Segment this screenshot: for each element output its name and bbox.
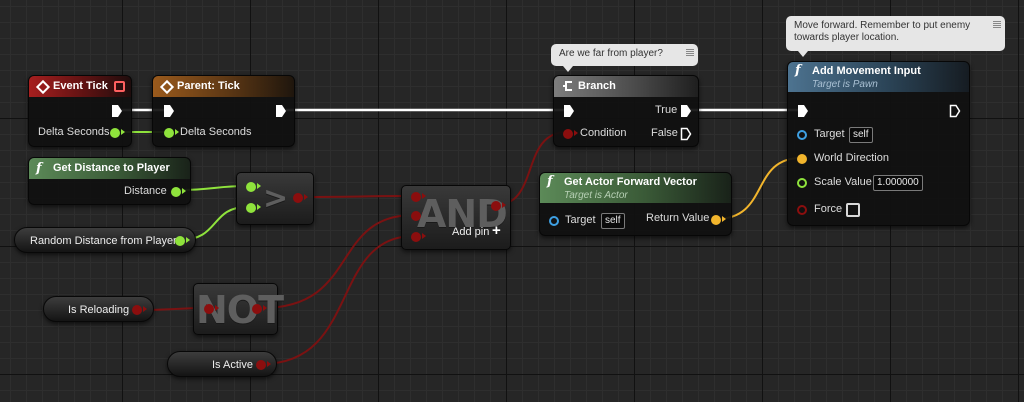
branch-true-pin[interactable] — [680, 104, 692, 118]
random-distance-label: Random Distance from Player — [30, 235, 177, 247]
blueprint-graph-canvas[interactable]: Event Tick Delta Seconds Parent: Tick De… — [0, 0, 1024, 402]
forward-vector-return-label: Return Value — [646, 212, 710, 224]
add-movement-exec-in-pin[interactable] — [797, 104, 809, 118]
parent-tick-exec-out-pin[interactable] — [275, 104, 287, 118]
and-output-pin[interactable] — [491, 201, 506, 211]
comment-pin-icon[interactable] — [686, 48, 694, 56]
greater-output-pin[interactable] — [293, 193, 308, 203]
comment-pin-icon[interactable] — [993, 20, 1001, 28]
greater-operator-node[interactable]: > — [236, 172, 314, 225]
forward-vector-subtitle: Target is Actor — [564, 190, 628, 201]
add-movement-node[interactable]: f Add Movement Input Target is Pawn Targ… — [787, 61, 970, 226]
forward-vector-header[interactable]: f Get Actor Forward Vector Target is Act… — [540, 173, 731, 203]
event-tick-delta-label: Delta Seconds — [38, 126, 110, 138]
is-reloading-label: Is Reloading — [68, 304, 130, 316]
greater-input-a-pin[interactable] — [246, 182, 261, 192]
scale-value-input[interactable]: 1.000000 — [873, 175, 923, 191]
add-movement-header[interactable]: f Add Movement Input Target is Pawn — [788, 62, 969, 92]
add-movement-target-value[interactable]: self — [849, 127, 873, 143]
branch-node[interactable]: Branch True Condition False — [553, 75, 699, 147]
function-icon: f — [36, 161, 42, 176]
branch-false-label: False — [651, 127, 678, 139]
get-distance-node[interactable]: f Get Distance to Player Distance — [28, 157, 191, 205]
bool-wire-not-to-and — [261, 214, 415, 309]
parent-diamond-icon — [159, 79, 175, 95]
movement-comment-bubble[interactable]: Move forward. Remember to put enemy towa… — [786, 16, 1005, 57]
parent-tick-exec-in-pin[interactable] — [163, 104, 175, 118]
add-movement-subtitle: Target is Pawn — [812, 79, 878, 90]
movement-comment-text: Move forward. Remember to put enemy towa… — [794, 20, 971, 43]
forward-vector-title: Get Actor Forward Vector — [564, 176, 697, 188]
branch-condition-pin[interactable] — [563, 129, 578, 139]
event-tick-delta-pin[interactable] — [110, 128, 125, 138]
event-tick-exec-out-pin[interactable] — [111, 104, 123, 118]
forward-vector-node[interactable]: f Get Actor Forward Vector Target is Act… — [539, 172, 732, 236]
forward-vector-target-value[interactable]: self — [601, 213, 625, 229]
branch-header[interactable]: Branch — [554, 76, 698, 97]
bool-wire-greater-to-and — [297, 195, 415, 198]
branch-title: Branch — [578, 80, 616, 92]
branch-true-label: True — [655, 104, 678, 116]
parent-tick-delta-label: Delta Seconds — [180, 126, 252, 138]
branch-icon — [563, 81, 572, 91]
is-active-label: Is Active — [212, 359, 253, 371]
add-movement-target-label: Target — [814, 128, 845, 140]
is-reloading-pin[interactable] — [132, 305, 147, 315]
branch-false-pin[interactable] — [680, 127, 692, 141]
add-pin-icon[interactable]: + — [492, 222, 501, 239]
add-pin-label[interactable]: Add pin — [452, 226, 489, 238]
event-tick-node[interactable]: Event Tick Delta Seconds — [28, 75, 132, 147]
greater-symbol: > — [263, 181, 288, 216]
is-reloading-variable[interactable]: Is Reloading — [43, 296, 154, 322]
function-icon: f — [547, 174, 553, 189]
world-direction-pin[interactable] — [797, 154, 807, 164]
get-distance-title: Get Distance to Player — [53, 162, 170, 174]
parent-tick-delta-pin[interactable] — [164, 128, 179, 138]
parent-tick-node[interactable]: Parent: Tick Delta Seconds — [152, 75, 295, 147]
event-tick-header[interactable]: Event Tick — [29, 76, 131, 97]
force-pin[interactable] — [797, 205, 807, 215]
event-tick-title: Event Tick — [53, 80, 108, 92]
not-input-pin[interactable] — [204, 304, 219, 314]
distance-output-label: Distance — [124, 185, 167, 197]
branch-exec-in-pin[interactable] — [563, 104, 575, 118]
greater-input-b-pin[interactable] — [246, 203, 261, 213]
add-movement-title: Add Movement Input — [812, 65, 921, 77]
random-distance-pin[interactable] — [175, 236, 190, 246]
event-delegate-icon[interactable] — [114, 81, 125, 92]
scale-value-pin[interactable] — [797, 178, 807, 188]
parent-tick-title: Parent: Tick — [177, 80, 240, 92]
branch-condition-label: Condition — [580, 127, 627, 139]
add-movement-target-pin[interactable] — [797, 130, 807, 140]
force-label: Force — [814, 203, 843, 215]
bool-wire-active-to-and — [261, 235, 415, 365]
parent-tick-header[interactable]: Parent: Tick — [153, 76, 294, 97]
add-movement-exec-out-pin[interactable] — [949, 104, 961, 118]
world-direction-label: World Direction — [814, 152, 889, 164]
not-output-pin[interactable] — [252, 304, 267, 314]
is-active-pin[interactable] — [256, 360, 271, 370]
scale-value-label: Scale Value — [814, 176, 872, 188]
get-distance-header[interactable]: f Get Distance to Player — [29, 158, 190, 179]
branch-comment-text: Are we far from player? — [559, 48, 663, 59]
forward-vector-return-pin[interactable] — [711, 215, 726, 225]
is-active-variable[interactable]: Is Active — [167, 351, 277, 377]
random-distance-variable[interactable]: Random Distance from Player — [14, 227, 196, 253]
not-operator-node[interactable]: NOT — [193, 283, 284, 335]
distance-output-pin[interactable] — [171, 187, 186, 197]
event-diamond-icon — [35, 79, 51, 95]
force-checkbox[interactable] — [846, 203, 860, 217]
function-icon: f — [795, 63, 801, 78]
forward-vector-target-pin[interactable] — [549, 216, 559, 226]
and-operator-node[interactable]: AND Add pin + — [401, 185, 511, 250]
branch-comment-bubble[interactable]: Are we far from player? — [551, 44, 698, 72]
forward-vector-target-label: Target — [565, 214, 596, 226]
